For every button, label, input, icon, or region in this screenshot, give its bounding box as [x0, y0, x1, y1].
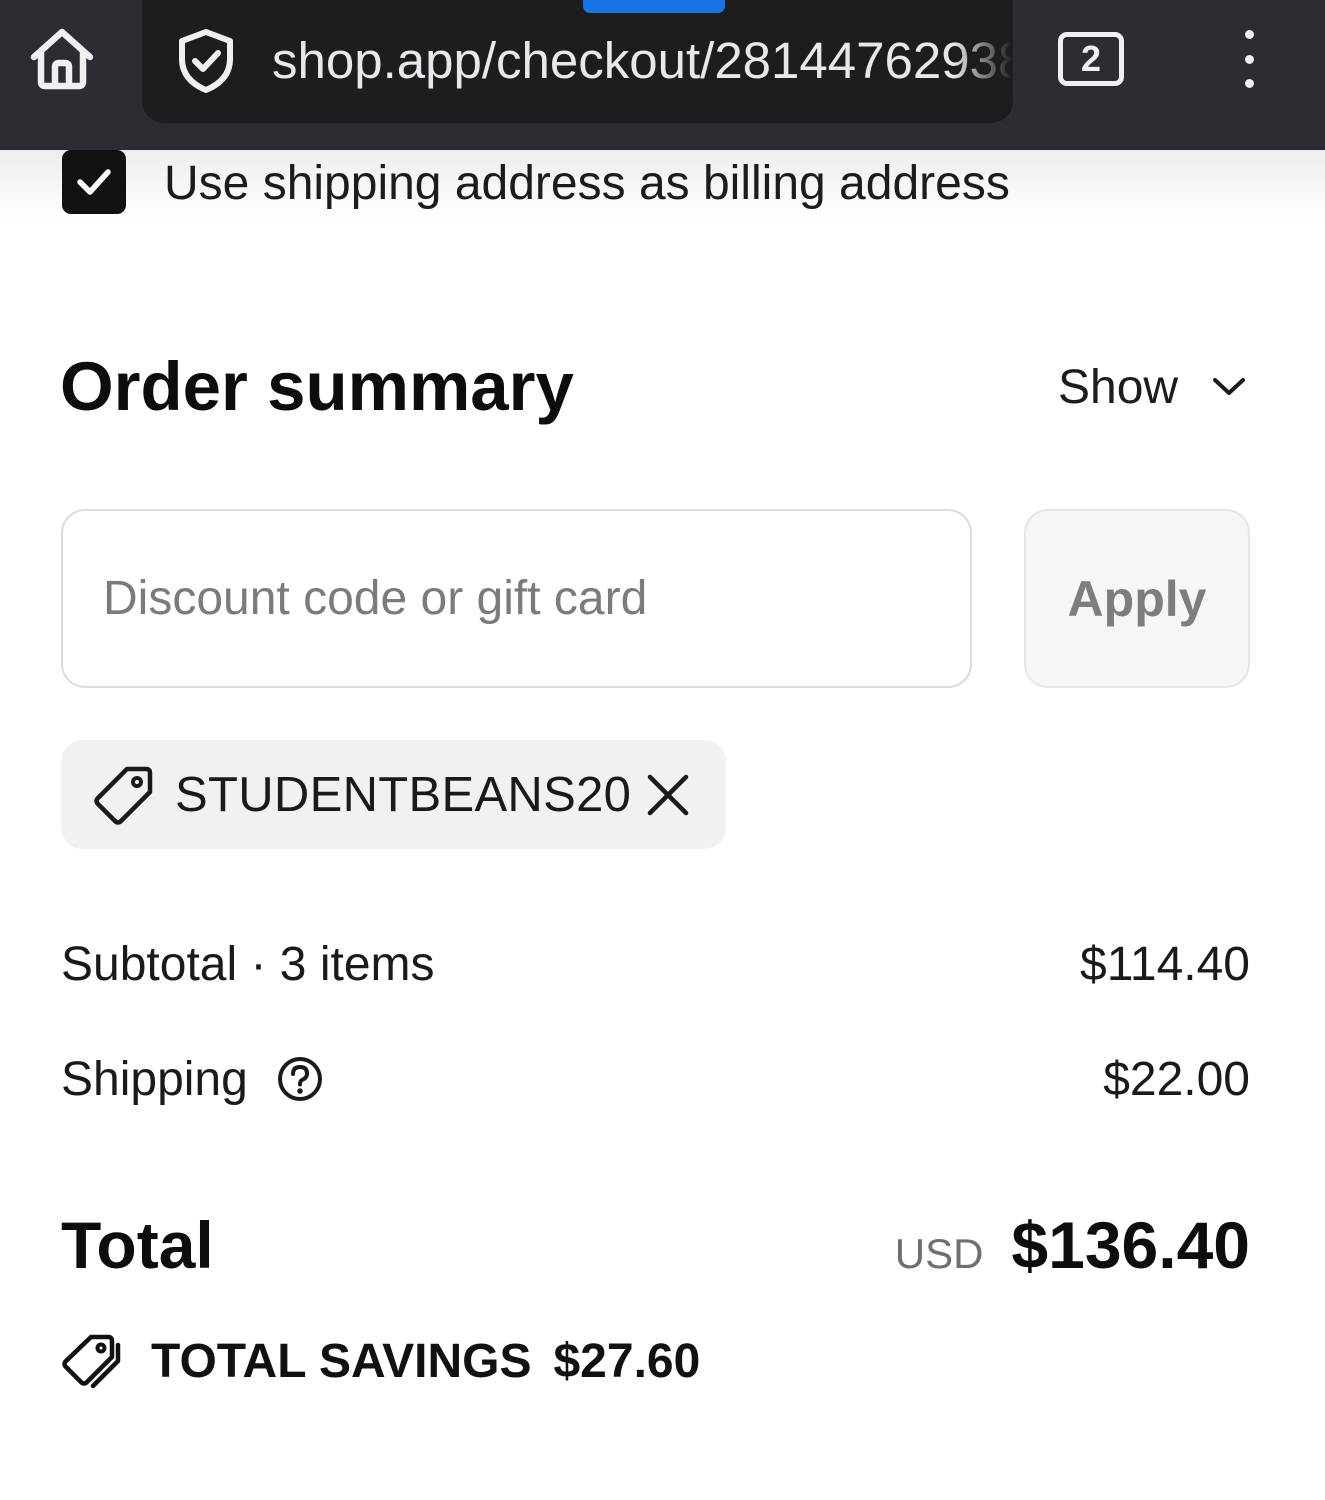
url-fade [953, 0, 1013, 123]
home-icon [30, 28, 94, 90]
apply-discount-button[interactable]: Apply [1024, 509, 1250, 688]
subtotal-value: $114.40 [1080, 938, 1250, 991]
currency-code: USD [894, 1230, 984, 1277]
savings-text: TOTAL SAVINGS $27.60 [151, 1334, 700, 1390]
savings-value: $27.60 [553, 1335, 701, 1388]
checkmark-icon [77, 168, 111, 195]
shipping-label: Shipping [61, 1053, 248, 1106]
shipping-value: $22.00 [1103, 1053, 1250, 1106]
url-text[interactable]: shop.app/checkout/28144762938 [272, 24, 1013, 98]
tabs-button[interactable]: 2 [1058, 32, 1124, 86]
tag-icon [94, 766, 153, 825]
more-menu-button[interactable] [1222, 28, 1276, 90]
total-value: $136.40 [1011, 1208, 1250, 1282]
savings-label: TOTAL SAVINGS [151, 1335, 532, 1388]
discount-code-input[interactable] [61, 509, 972, 688]
more-vert-icon [1244, 30, 1254, 39]
total-savings: TOTAL SAVINGS $27.60 [61, 1330, 700, 1392]
chevron-down-icon [1213, 378, 1246, 395]
home-button[interactable] [24, 22, 100, 94]
order-summary-title: Order summary [60, 348, 574, 425]
tab-count: 2 [1080, 38, 1102, 79]
close-icon[interactable] [645, 772, 691, 818]
total-amount: USD $136.40 [895, 1203, 1250, 1287]
address-bar[interactable]: shop.app/checkout/28144762938 [142, 0, 1013, 123]
applied-discount-chip: STUDENTBEANS20 [61, 740, 726, 849]
subtotal-label: Subtotal · 3 items [61, 938, 435, 991]
billing-same-as-shipping[interactable]: Use shipping address as billing address [62, 149, 1010, 214]
billing-checkbox-label[interactable]: Use shipping address as billing address [164, 156, 1010, 212]
billing-checkbox[interactable] [62, 149, 126, 214]
help-circle-icon[interactable] [277, 1056, 323, 1102]
show-toggle-label: Show [1058, 360, 1179, 414]
order-summary-toggle[interactable]: Show [1058, 354, 1246, 420]
shield-check-icon[interactable] [174, 27, 238, 95]
applied-discount-code: STUDENTBEANS20 [175, 768, 632, 822]
page-load-progress [583, 0, 725, 13]
browser-toolbar: shop.app/checkout/28144762938 2 [0, 0, 1325, 150]
savings-tags-icon [62, 1334, 121, 1389]
total-label: Total [61, 1208, 214, 1282]
